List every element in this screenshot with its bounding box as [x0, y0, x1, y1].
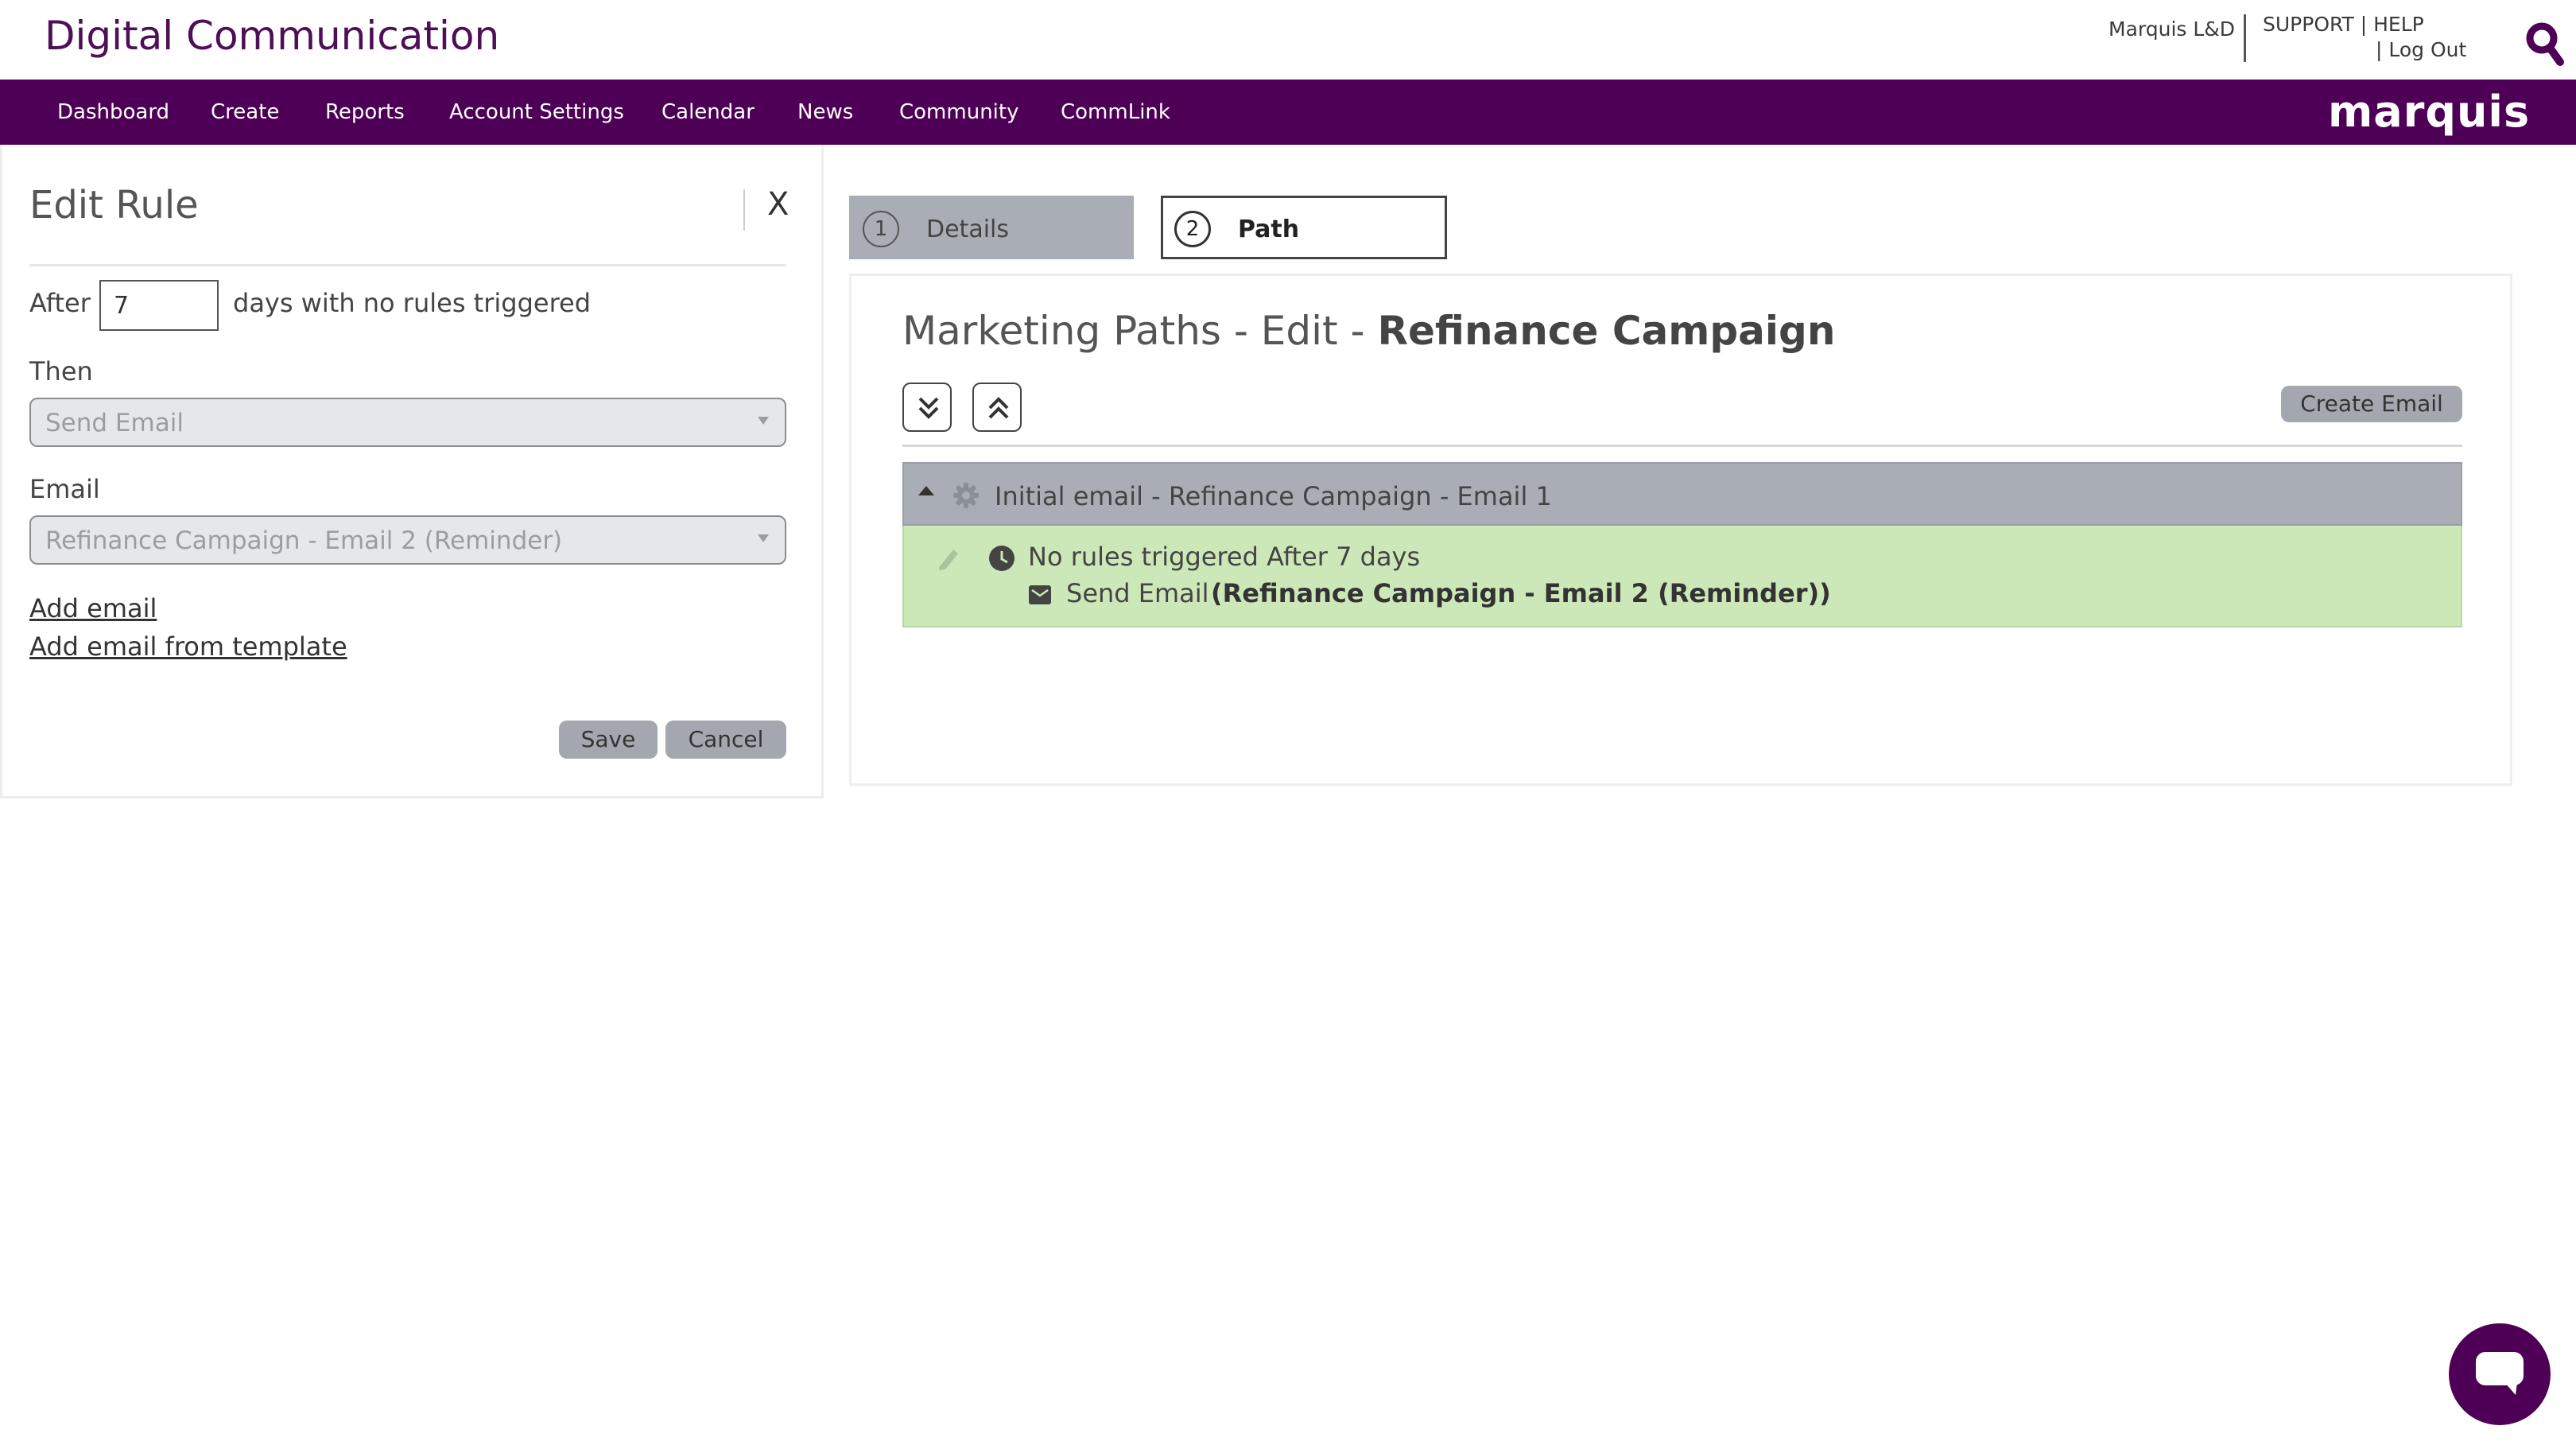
- after-label: After: [29, 288, 91, 318]
- double-chevron-down-icon: [918, 397, 939, 419]
- collapse-all-button[interactable]: [972, 383, 1022, 432]
- initial-email-header[interactable]: Initial email - Refinance Campaign - Ema…: [902, 462, 2462, 526]
- title-divider: [743, 189, 745, 231]
- edit-rule-title: Edit Rule: [29, 183, 199, 227]
- marquis-logo[interactable]: marquis: [2328, 84, 2530, 140]
- brand-title: Digital Communication: [45, 13, 500, 59]
- path-editor: Marketing Paths - Edit - Refinance Campa…: [849, 274, 2512, 786]
- rule-row: No rules triggered After 7 days Send Ema…: [902, 526, 2462, 627]
- gear-icon[interactable]: [952, 481, 980, 510]
- pencil-icon[interactable]: [934, 545, 961, 572]
- nav-community[interactable]: Community: [899, 80, 1018, 145]
- step-details-tab[interactable]: 1 Details: [849, 196, 1134, 259]
- support-help-links[interactable]: SUPPORT | HELP: [2263, 13, 2424, 36]
- rule-condition-text: No rules triggered After 7 days: [1028, 542, 1421, 572]
- mail-icon: [1029, 585, 1051, 604]
- initial-email-label: Initial email - Refinance Campaign - Ema…: [995, 481, 1552, 511]
- days-suffix-label: days with no rules triggered: [233, 288, 592, 318]
- email-label: Email: [29, 474, 100, 504]
- chevron-down-icon: [758, 534, 769, 542]
- then-label: Then: [29, 356, 93, 387]
- panel-divider: [29, 264, 786, 266]
- search-icon[interactable]: [2525, 21, 2565, 68]
- send-email-label: Send Email: [1066, 578, 1209, 608]
- page-title: Marketing Paths - Edit - Refinance Campa…: [902, 308, 1835, 354]
- clock-icon: [989, 546, 1014, 571]
- top-header: Digital Communication Marquis L&D SUPPOR…: [0, 0, 2576, 80]
- email-select[interactable]: Refinance Campaign - Email 2 (Reminder): [29, 515, 786, 565]
- double-chevron-up-icon: [988, 397, 1009, 419]
- user-name[interactable]: Marquis L&D: [2109, 17, 2235, 41]
- days-input[interactable]: [99, 280, 219, 331]
- main-nav: Dashboard Create Reports Account Setting…: [0, 80, 2576, 145]
- expand-all-button[interactable]: [902, 383, 952, 432]
- edit-rule-panel: Edit Rule X After days with no rules tri…: [0, 145, 824, 798]
- send-email-name: (Refinance Campaign - Email 2 (Reminder)…: [1211, 578, 1831, 608]
- save-button[interactable]: Save: [559, 721, 658, 759]
- create-email-button[interactable]: Create Email: [2281, 386, 2462, 422]
- step-label: Path: [1238, 216, 1300, 243]
- chat-icon: [2476, 1352, 2524, 1395]
- step-number: 1: [863, 211, 899, 247]
- nav-calendar[interactable]: Calendar: [661, 80, 755, 145]
- logout-link[interactable]: | Log Out: [2376, 38, 2466, 61]
- cancel-button[interactable]: Cancel: [665, 721, 786, 759]
- then-select-value: Send Email: [45, 409, 184, 437]
- nav-account-settings[interactable]: Account Settings: [449, 80, 624, 145]
- then-select[interactable]: Send Email: [29, 398, 786, 447]
- add-email-link[interactable]: Add email: [29, 593, 157, 623]
- header-divider: [2244, 14, 2246, 62]
- nav-create[interactable]: Create: [211, 80, 279, 145]
- nav-news[interactable]: News: [797, 80, 853, 145]
- step-number: 2: [1174, 211, 1211, 247]
- page-title-prefix: Marketing Paths - Edit -: [902, 308, 1378, 354]
- add-email-from-template-link[interactable]: Add email from template: [29, 631, 347, 662]
- collapse-caret-icon[interactable]: [918, 486, 934, 495]
- chat-button[interactable]: [2449, 1323, 2551, 1425]
- chevron-down-icon: [758, 417, 769, 425]
- email-select-value: Refinance Campaign - Email 2 (Reminder): [45, 526, 563, 555]
- nav-reports[interactable]: Reports: [325, 80, 405, 145]
- campaign-name: Refinance Campaign: [1377, 308, 1836, 354]
- step-label: Details: [926, 216, 1010, 243]
- nav-commlink[interactable]: CommLink: [1061, 80, 1170, 145]
- close-button[interactable]: X: [767, 186, 789, 223]
- step-path-tab[interactable]: 2 Path: [1161, 196, 1447, 259]
- nav-dashboard[interactable]: Dashboard: [57, 80, 169, 145]
- content-divider: [902, 445, 2462, 447]
